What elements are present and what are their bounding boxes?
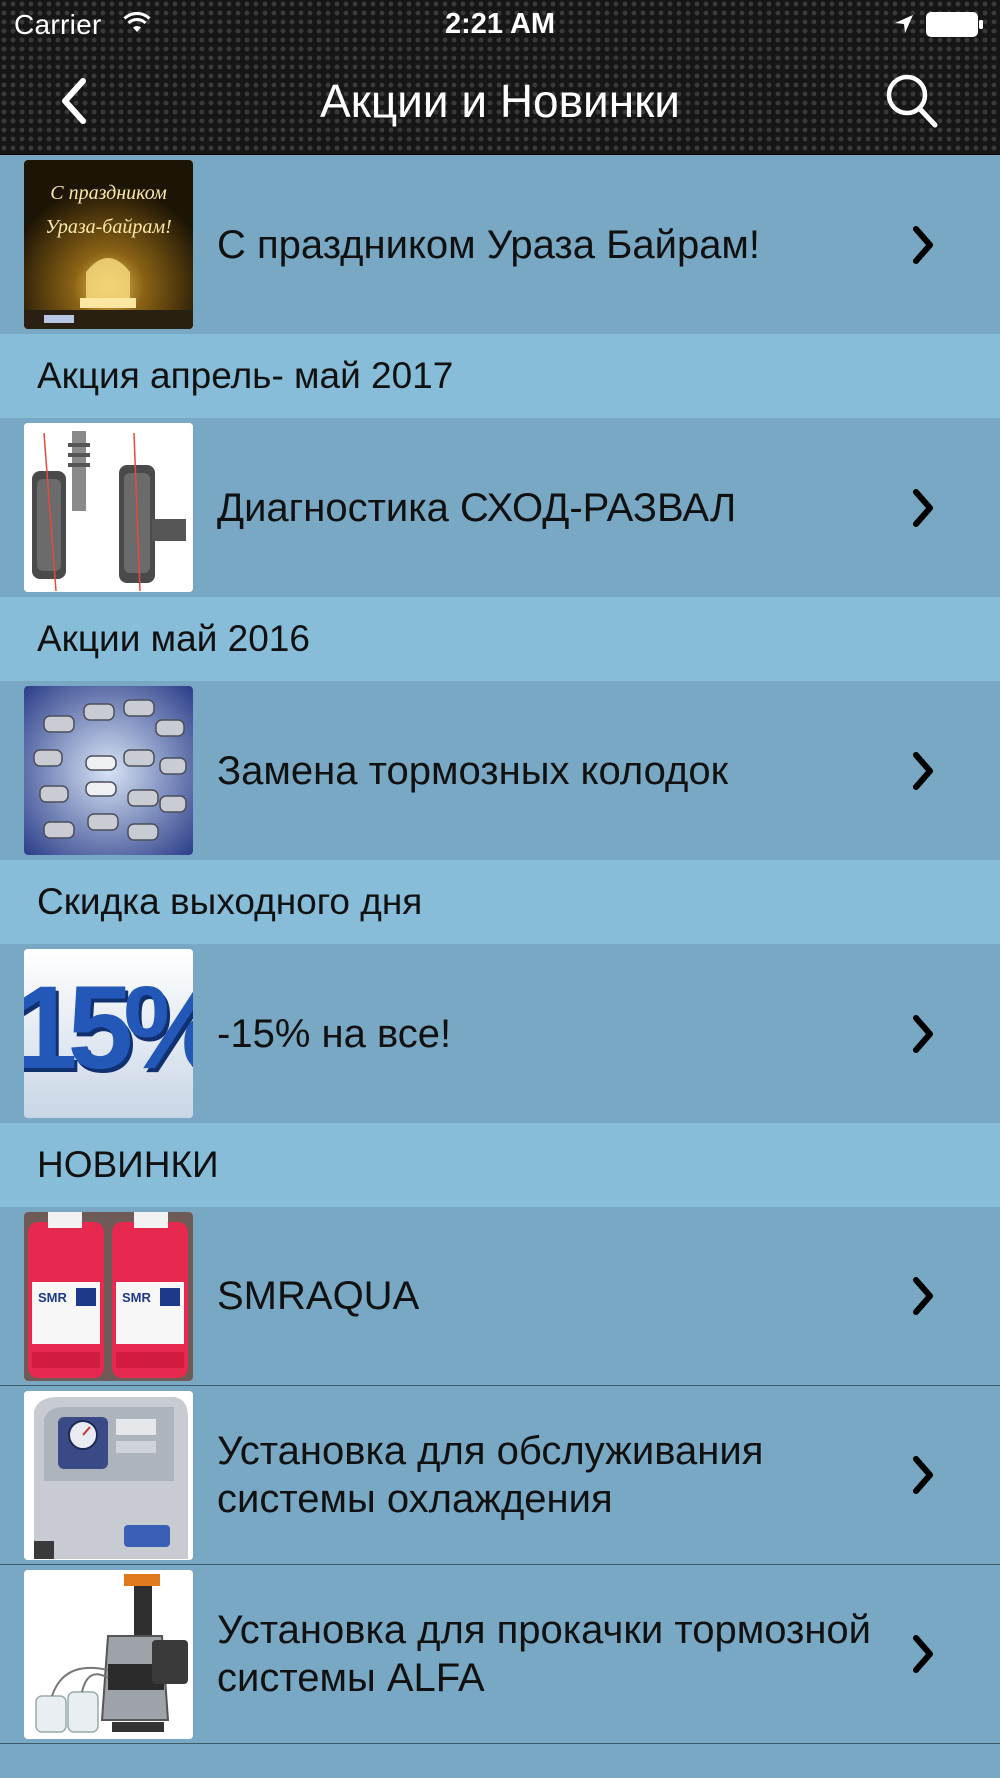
list-item-smraqua[interactable]: SMR SMR SMRAQUA — [0, 1207, 1000, 1386]
list-item-label: Установка для обслуживания системы охлаж… — [217, 1429, 764, 1521]
thumbnail-discount: 15% — [24, 949, 193, 1118]
battery-icon — [926, 12, 983, 37]
thumbnail-holiday: С праздником Ураза-байрам! — [24, 160, 193, 329]
thumbnail-caption: Ураза-байрам! — [45, 216, 172, 238]
list-item-label: SMRAQUA — [217, 1274, 420, 1318]
list-item-brake-bleeding-unit[interactable]: Установка для прокачки тормозной системы… — [0, 1565, 1000, 1744]
status-bar: Carrier 2:21 AM — [0, 0, 1000, 50]
list-item-cooling-system-unit[interactable]: Установка для обслуживания системы охлаж… — [0, 1386, 1000, 1565]
list-item-label: Диагностика СХОД-РАЗВАЛ — [217, 485, 737, 530]
chevron-right-icon — [913, 1635, 933, 1673]
page-title: Акции и Новинки — [320, 75, 680, 127]
thumbnail-caption: 15% — [24, 962, 193, 1094]
status-time: 2:21 AM — [444, 8, 556, 40]
list-footer — [0, 1744, 1000, 1778]
chevron-right-icon — [913, 751, 933, 790]
chevron-right-icon — [913, 1277, 933, 1315]
thumbnail-cooling-unit — [24, 1391, 193, 1560]
chevron-right-icon — [913, 488, 933, 527]
chevron-right-icon — [913, 225, 933, 264]
section-header: Акция апрель- май 2017 — [0, 334, 1000, 418]
section-header: Акции май 2016 — [0, 597, 1000, 681]
list-item-brake-pads[interactable]: Замена тормозных колодок — [0, 681, 1000, 860]
thumbnail-brake-bleeder — [24, 1570, 193, 1739]
list-item-wheel-alignment[interactable]: Диагностика СХОД-РАЗВАЛ — [0, 418, 1000, 597]
list-item-uraza-bayram[interactable]: С праздником Ураза-байрам! С праздником … — [0, 155, 1000, 334]
svg-text:SMR: SMR — [38, 1290, 68, 1305]
chevron-right-icon — [913, 1014, 933, 1053]
search-button[interactable] — [880, 68, 944, 134]
thumbnail-caption: С праздником — [50, 182, 167, 204]
location-arrow-icon — [895, 15, 913, 33]
svg-text:SMR: SMR — [122, 1290, 152, 1305]
list-item-label: Замена тормозных колодок — [217, 748, 729, 793]
section-header: НОВИНКИ — [0, 1123, 1000, 1207]
list-item-discount-15[interactable]: 15% -15% на все! — [0, 944, 1000, 1123]
list-item-label: С праздником Ураза Байрам! — [217, 222, 761, 267]
navigation-bar: Акции и Новинки — [0, 50, 1000, 155]
list-item-label: Установка для прокачки тормозной системы… — [217, 1608, 872, 1700]
search-icon — [886, 74, 938, 128]
thumbnail-smraqua: SMR SMR — [24, 1212, 193, 1381]
thumbnail-wheel-alignment — [24, 423, 193, 592]
thumbnail-brake-pads — [24, 686, 193, 855]
section-header: Скидка выходного дня — [0, 860, 1000, 944]
header: Carrier 2:21 AM Акции и Новинки — [0, 0, 1000, 155]
list-item-label: -15% на все! — [217, 1011, 452, 1056]
promotions-list: С праздником Ураза-байрам! С праздником … — [0, 155, 1000, 1778]
chevron-right-icon — [913, 1456, 933, 1494]
